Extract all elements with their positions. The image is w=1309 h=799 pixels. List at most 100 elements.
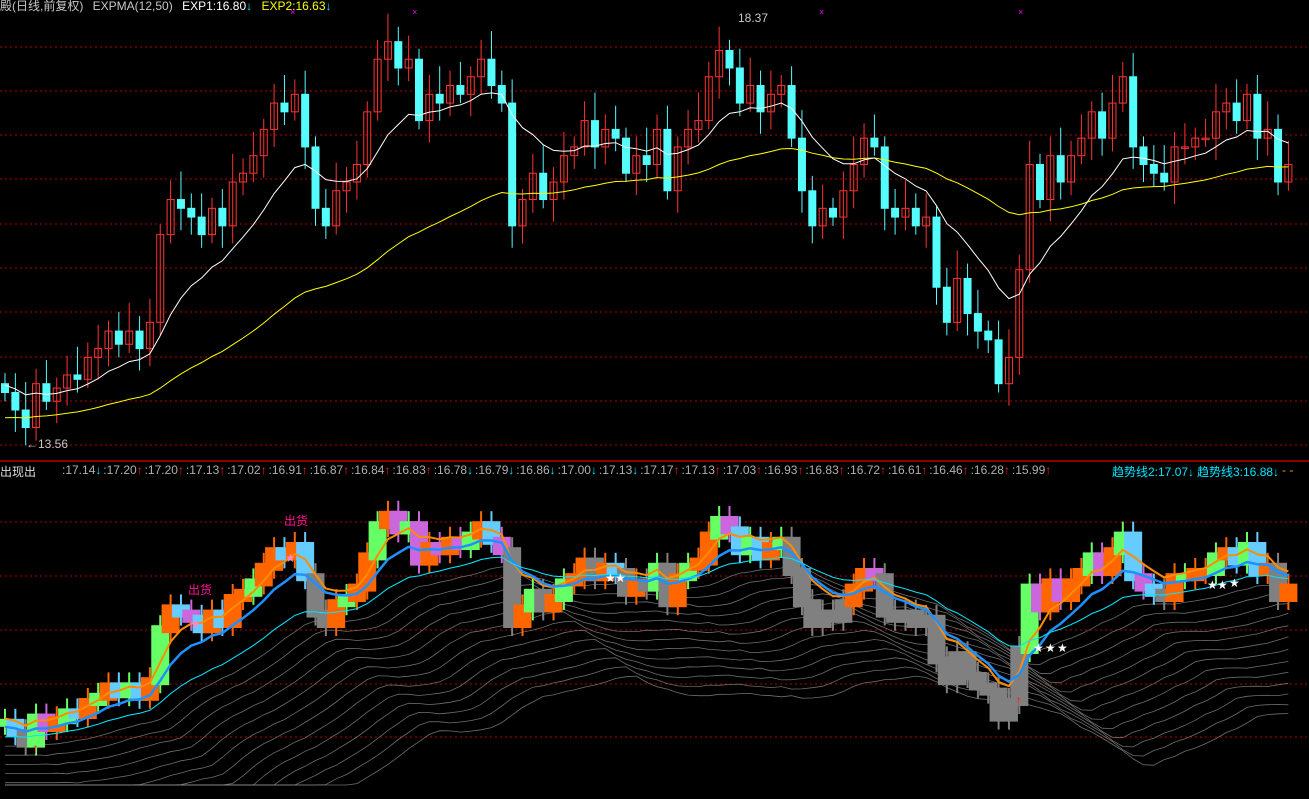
candle-down (829, 207, 837, 218)
high-price-label: 18.37 (738, 11, 769, 25)
candle-down (590, 120, 599, 148)
indicator-block (1279, 583, 1298, 602)
candle-down (21, 409, 30, 429)
sell-signal-label: 出货 (284, 514, 309, 528)
candle-down (539, 172, 548, 201)
candlestick-chart: × × × ×↑↑★ ★★ ★ ★★ ★ ★★★ (0, 7, 1309, 786)
lower-panel-value: :16.84↑ (351, 463, 391, 477)
candle-down (135, 330, 144, 350)
lower-panel-value: :16.61↑ (888, 463, 928, 477)
candle-down (725, 49, 734, 69)
star-icon: ★ (1033, 641, 1044, 655)
low-price-label: ←13.56 (26, 437, 69, 451)
exp2-line (4, 147, 1289, 419)
candle-down (663, 128, 672, 192)
candle-down (994, 339, 1003, 385)
candle-down (622, 137, 630, 174)
candle-down (73, 374, 82, 380)
candle-down (280, 102, 289, 113)
lower-panel-value: :17.13↓ (598, 463, 639, 477)
candle-down (114, 330, 123, 345)
candle-down (394, 41, 403, 69)
candle-down (984, 330, 993, 341)
star-icon: ★ (190, 617, 201, 631)
candle-down (42, 383, 51, 402)
candle-down (797, 137, 806, 192)
candle-down (911, 207, 920, 227)
candle-down (1139, 146, 1148, 165)
star-icon: ★ (1217, 578, 1228, 592)
candle-down (415, 58, 423, 122)
candle-down (321, 207, 330, 227)
candle-down (301, 93, 310, 148)
lower-panel-value: :16.46↑ (929, 463, 969, 477)
buy-arrow-icon: ↑ (1015, 692, 1022, 708)
trend-mesh-line (5, 620, 1289, 786)
lower-panel-value: :17.02↑ (227, 463, 267, 477)
exp1-value: EXP1:16.80↓ (182, 0, 253, 13)
lower-panel-value: :16.28↑ (970, 463, 1010, 477)
lower-panel-title: 出现出 (0, 465, 37, 479)
lower-panel-value: :16.79↓ (475, 463, 515, 477)
signal-cross-marker: × (1018, 7, 1023, 17)
candle-down (11, 391, 20, 411)
lower-panel-value: :17.00↓ (557, 463, 597, 477)
lower-panel-value: :17.20↑ (144, 463, 184, 477)
candle-down (197, 216, 206, 236)
signal-cross-marker: × (819, 7, 824, 17)
candle-down (870, 137, 879, 148)
exp2-value: EXP2:16.63↓ (261, 0, 332, 13)
candle-down (1056, 155, 1065, 183)
candle-down (508, 102, 517, 227)
candle-down (1036, 163, 1044, 201)
sell-signal-label: 出货 (188, 583, 213, 597)
lower-panel-value: :16.86↓ (516, 463, 556, 477)
lower-panel-value: :16.87↑ (309, 463, 350, 477)
candle-down (611, 128, 620, 139)
lower-panel-value: :17.14↓ (62, 463, 102, 477)
lower-panel-value: :17.17↑ (640, 463, 680, 477)
candle-down (187, 207, 196, 218)
candle-down (456, 85, 465, 95)
trend-line-2-value: 趋势线2:17.07↓ (1112, 465, 1195, 479)
candle-down (435, 93, 444, 104)
trend-line-3-value: 趋势线3:16.88↓ (1197, 465, 1280, 479)
lower-panel-value: :16.83↑ (392, 463, 432, 477)
candle-down (932, 216, 941, 288)
candle-down (973, 313, 982, 332)
candle-down (1149, 163, 1158, 174)
lower-panel-value: :16.91↑ (268, 463, 308, 477)
lower-panel-header: 出现出 趋势线2:17.07↓ 趋势线3:16.88↓ - - :17.14↓:… (0, 463, 1309, 480)
lower-panel-value: :16.72↑ (846, 463, 887, 477)
lower-panel-value: :16.93↑ (764, 463, 804, 477)
candle-down (1160, 172, 1169, 183)
star-icon: ★ (285, 551, 296, 565)
trend-mesh-line (5, 611, 1289, 786)
lower-panel-value: :17.13↑ (681, 463, 721, 477)
candle-down (176, 199, 185, 209)
candle-down (1, 383, 9, 393)
buy-arrow-icon: ↑ (32, 740, 39, 756)
candle-down (942, 286, 951, 323)
lower-panel-value: :15.99↑ (1011, 463, 1052, 477)
trend-mesh-line (5, 638, 1289, 786)
trend-mesh-line (5, 648, 1289, 786)
star-icon: ★ (1229, 576, 1240, 590)
lower-panel-value: :16.78↓ (433, 463, 474, 477)
signal-cross-marker: × (412, 7, 417, 17)
candle-down (311, 146, 320, 209)
candle-down (487, 58, 496, 87)
star-icon: ★ (1045, 641, 1056, 655)
candle-down (1129, 76, 1138, 148)
candle-down (1232, 102, 1241, 122)
candle-down (642, 155, 651, 165)
candle-down (218, 207, 227, 227)
trend-tail: - - (1282, 463, 1294, 477)
lower-panel-value: :17.20↑ (103, 463, 143, 477)
chart-stage: × × × × ↑ ↑ ★ ★ ★ ★ ★ ★ ★ ★ ★ ★ 殿(日线,前复权) EXPMA(12,50) … (0, 0, 1309, 799)
lower-panel-value: :17.13↑ (185, 463, 226, 477)
candle-down (880, 146, 889, 209)
lower-panel-value: :16.83↑ (805, 463, 845, 477)
lower-panel-value: :17.03↑ (722, 463, 763, 477)
chart-header: 殿(日线,前复权) EXPMA(12,50) EXP1:16.80↓ EXP2:… (0, 0, 338, 14)
